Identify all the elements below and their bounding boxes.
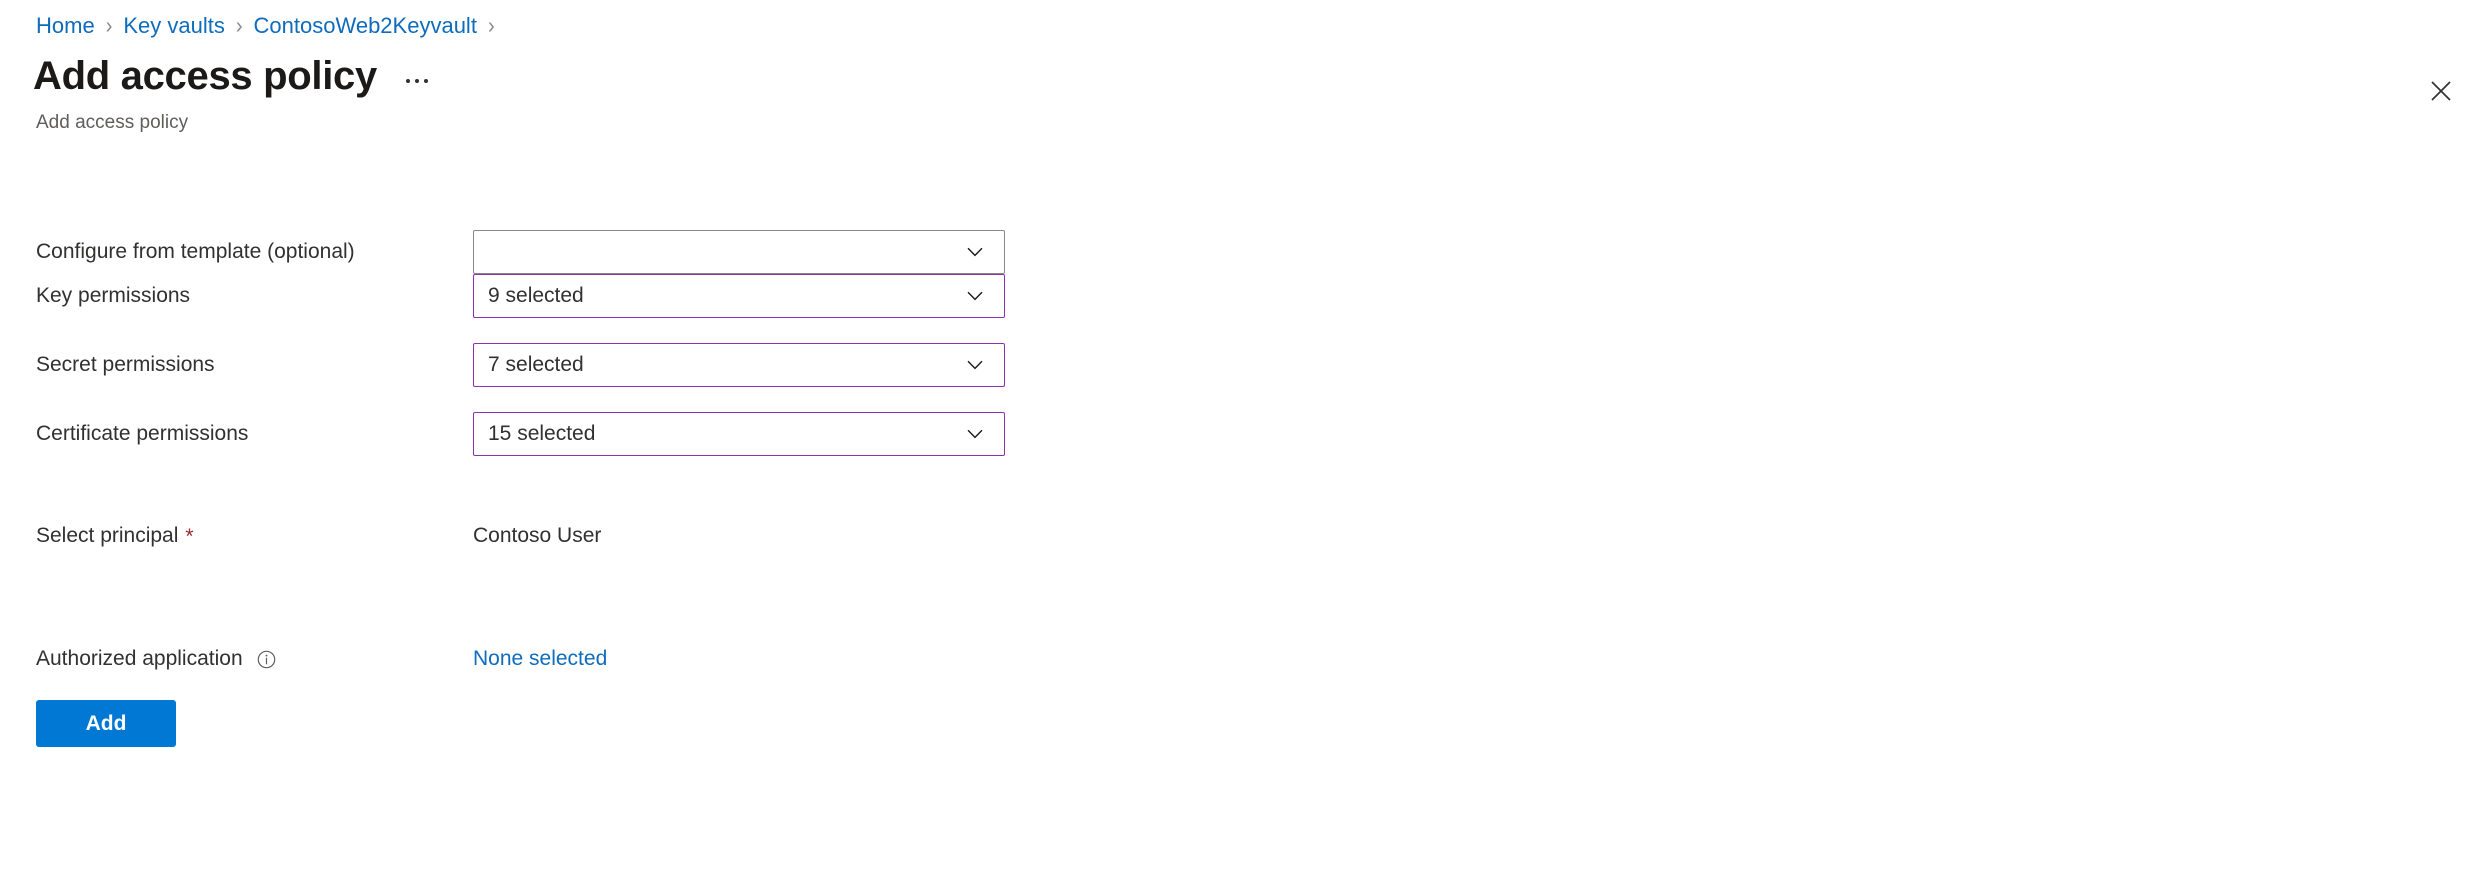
label-key-permissions: Key permissions — [36, 284, 191, 307]
label-configure-from-template: Configure from template (optional) — [36, 240, 355, 263]
dropdown-configure-from-template[interactable] — [473, 230, 1005, 274]
add-access-policy-blade: Home › Key vaults › ContosoWeb2Keyvault … — [0, 0, 2492, 892]
chevron-down-icon — [962, 421, 988, 447]
label-secret-permissions: Secret permissions — [36, 353, 215, 376]
dropdown-value-secret-permissions: 7 selected — [488, 353, 584, 376]
chevron-right-icon: › — [235, 13, 243, 39]
chevron-down-icon — [962, 239, 988, 265]
page-header: Add access policy — [33, 53, 432, 99]
chevron-down-icon — [962, 283, 988, 309]
label-select-principal: Select principal * — [36, 524, 194, 548]
dropdown-key-permissions[interactable]: 9 selected — [473, 274, 1005, 318]
chevron-down-icon — [962, 352, 988, 378]
info-icon[interactable] — [256, 649, 277, 670]
form-row-secret-permissions: Secret permissions 7 selected — [36, 343, 1005, 387]
chevron-right-icon: › — [487, 13, 495, 39]
breadcrumb-item-key-vaults[interactable]: Key vaults — [123, 13, 225, 39]
form-row-key-permissions: Key permissions 9 selected — [36, 274, 1005, 318]
required-indicator: * — [185, 524, 194, 548]
breadcrumb: Home › Key vaults › ContosoWeb2Keyvault … — [36, 13, 506, 39]
dropdown-certificate-permissions[interactable]: 15 selected — [473, 412, 1005, 456]
value-select-principal[interactable]: Contoso User — [473, 514, 601, 549]
add-button[interactable]: Add — [36, 700, 176, 747]
dropdown-secret-permissions[interactable]: 7 selected — [473, 343, 1005, 387]
ellipsis-dot — [414, 79, 419, 83]
form-row-select-principal: Select principal * Contoso User — [36, 514, 601, 549]
more-actions-ellipsis-icon[interactable] — [402, 73, 432, 89]
ellipsis-dot — [405, 79, 410, 83]
page-title: Add access policy — [33, 54, 377, 98]
close-button[interactable] — [2420, 70, 2462, 112]
breadcrumb-item-home[interactable]: Home — [36, 13, 95, 39]
dropdown-value-certificate-permissions: 15 selected — [488, 422, 596, 445]
form-row-configure-from-template: Configure from template (optional) — [36, 230, 1005, 274]
dropdown-value-key-permissions: 9 selected — [488, 284, 584, 307]
form-row-authorized-application: Authorized application None selected — [36, 637, 607, 672]
form-row-certificate-permissions: Certificate permissions 15 selected — [36, 412, 1005, 456]
chevron-right-icon: › — [105, 13, 113, 39]
breadcrumb-item-contosoweb2keyvault[interactable]: ContosoWeb2Keyvault — [254, 13, 477, 39]
link-authorized-application[interactable]: None selected — [473, 637, 607, 672]
label-authorized-application: Authorized application — [36, 637, 473, 672]
page-subtitle: Add access policy — [36, 112, 189, 133]
close-icon — [2431, 81, 2451, 101]
ellipsis-dot — [423, 79, 428, 83]
label-certificate-permissions: Certificate permissions — [36, 422, 249, 445]
